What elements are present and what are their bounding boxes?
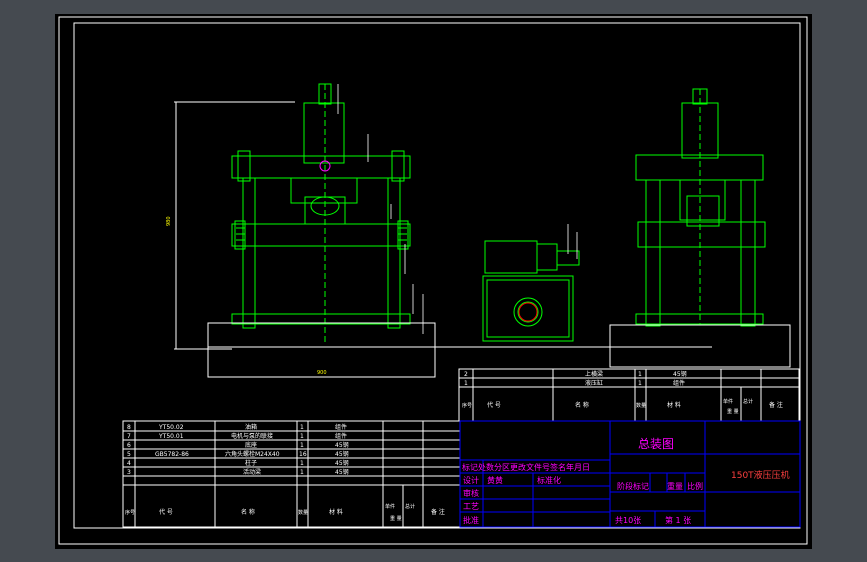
upper-row-1-material: 45钢 [673, 370, 687, 378]
dimension-height-label: 980 [166, 216, 172, 226]
weight-label: 重量 [667, 481, 683, 491]
leader-lines-front [337, 84, 424, 334]
lower-row-7-material: 组件 [335, 432, 347, 440]
lower-row-8-no: 8 [127, 424, 131, 431]
lower-row-6-material: 45钢 [335, 441, 349, 449]
outer-border [58, 16, 808, 545]
lower-row-7-name: 电机与泵的联接 [231, 432, 273, 440]
lower-row-4-no: 4 [127, 460, 131, 467]
sheet-current: 第 1 张 [665, 515, 691, 525]
upper-header-unit: 单件 [723, 398, 733, 405]
lower-row-8-code: YT50.02 [158, 424, 184, 431]
upper-row-2-material: 组件 [673, 379, 685, 387]
dimension-width-label: 900 [317, 370, 327, 376]
upper-header-name: 名 称 [575, 401, 589, 409]
upper-header-no: 序号 [462, 402, 472, 409]
lower-row-7-qty: 1 [300, 433, 304, 440]
upper-parts-rows: 2 上横梁 1 45钢 1 液压缸 1 组件 序号 代 号 名 称 数量 材 料… [462, 370, 783, 415]
stage-label: 阶段标记 [617, 481, 649, 491]
drawing-canvas: 980 900 2 上横梁 1 45钢 1 液压缸 1 组件 序号 代 号 名 … [58, 16, 808, 545]
drawing-viewport[interactable]: 980 900 2 上横梁 1 45钢 1 液压缸 1 组件 序号 代 号 名 … [55, 14, 812, 549]
lower-row-3-qty: 1 [300, 469, 304, 476]
upper-header-qty: 数量 [636, 402, 646, 409]
front-base-block [207, 322, 436, 378]
tank-port-icon [518, 302, 538, 322]
lower-row-8-qty: 1 [300, 424, 304, 431]
lower-row-7-code: YT50.01 [158, 433, 184, 440]
upper-header-code: 代 号 [487, 401, 501, 409]
lower-row-5-material: 45钢 [335, 450, 349, 458]
sheet-total: 共10张 [615, 516, 641, 525]
front-view-press [231, 83, 411, 344]
lower-header-no: 序号 [125, 509, 135, 516]
lower-row-5-name: 六角头螺栓M24X40 [225, 450, 280, 458]
lower-header-weight: 重 量 [390, 515, 402, 522]
lower-row-4-material: 45钢 [335, 459, 349, 467]
lower-header-code: 代 号 [159, 508, 173, 516]
hydraulic-unit [482, 240, 580, 342]
lower-header-material: 材 料 [329, 508, 343, 516]
upper-row-2-qty: 1 [638, 380, 642, 387]
upper-header-material: 材 料 [667, 401, 681, 409]
scale-label: 比例 [687, 481, 703, 491]
upper-header-remark: 备 注 [769, 401, 783, 409]
revision-row: 标记处数分区更改文件号签名年月日 [462, 462, 590, 472]
upper-row-1-qty: 1 [638, 371, 642, 378]
lower-row-5-code: GB5782-86 [155, 451, 189, 458]
upper-row-2-name: 液压缸 [585, 379, 603, 387]
lower-row-8-material: 组件 [335, 423, 347, 431]
leader-lines-unit [567, 224, 578, 259]
approve-label: 批准 [463, 515, 479, 525]
lower-row-6-qty: 1 [300, 442, 304, 449]
lower-header-remark: 备 注 [431, 508, 445, 516]
lower-parts-rows: 8 YT50.02 油箱 1 组件 7 YT50.01 电机与泵的联接 1 组件… [125, 423, 445, 522]
lower-row-3-material: 45钢 [335, 468, 349, 476]
side-base-block [609, 324, 791, 368]
lower-header-name: 名 称 [241, 508, 255, 516]
reviewer-role: 审核 [463, 488, 479, 498]
lower-row-3-no: 3 [127, 469, 131, 476]
lower-row-6-name: 底座 [245, 441, 257, 449]
upper-row-2-no: 1 [464, 380, 468, 387]
upper-header-total: 总计 [743, 398, 753, 405]
upper-header-weight: 重 量 [727, 408, 739, 415]
lower-header-unit: 单件 [385, 503, 395, 510]
lower-row-6-no: 6 [127, 442, 131, 449]
lower-row-3-name: 活动梁 [243, 468, 261, 476]
side-view-press [635, 88, 766, 327]
lower-row-4-qty: 1 [300, 460, 304, 467]
lower-row-4-name: 柱子 [245, 459, 257, 467]
lower-row-7-no: 7 [127, 433, 131, 440]
upper-row-1-name: 上横梁 [585, 370, 603, 378]
lower-header-total: 总计 [405, 503, 415, 510]
designer-std: 标准化 [537, 475, 561, 485]
lower-row-5-no: 5 [127, 451, 131, 458]
upper-parts-table [458, 368, 800, 422]
upper-row-1-no: 2 [464, 371, 468, 378]
cad-window: 980 900 2 上横梁 1 45钢 1 液压缸 1 组件 序号 代 号 名 … [0, 0, 867, 562]
lower-row-8-name: 油箱 [245, 423, 257, 431]
lower-header-qty: 数量 [298, 509, 308, 516]
designer-role: 设计 [463, 475, 479, 485]
process-role: 工艺 [463, 502, 479, 511]
lower-row-5-qty: 16 [299, 451, 307, 458]
designer-name: 黄黄 [487, 475, 503, 485]
drawing-name: 总装图 [638, 437, 674, 451]
product-name: 150T液压压机 [731, 469, 790, 481]
